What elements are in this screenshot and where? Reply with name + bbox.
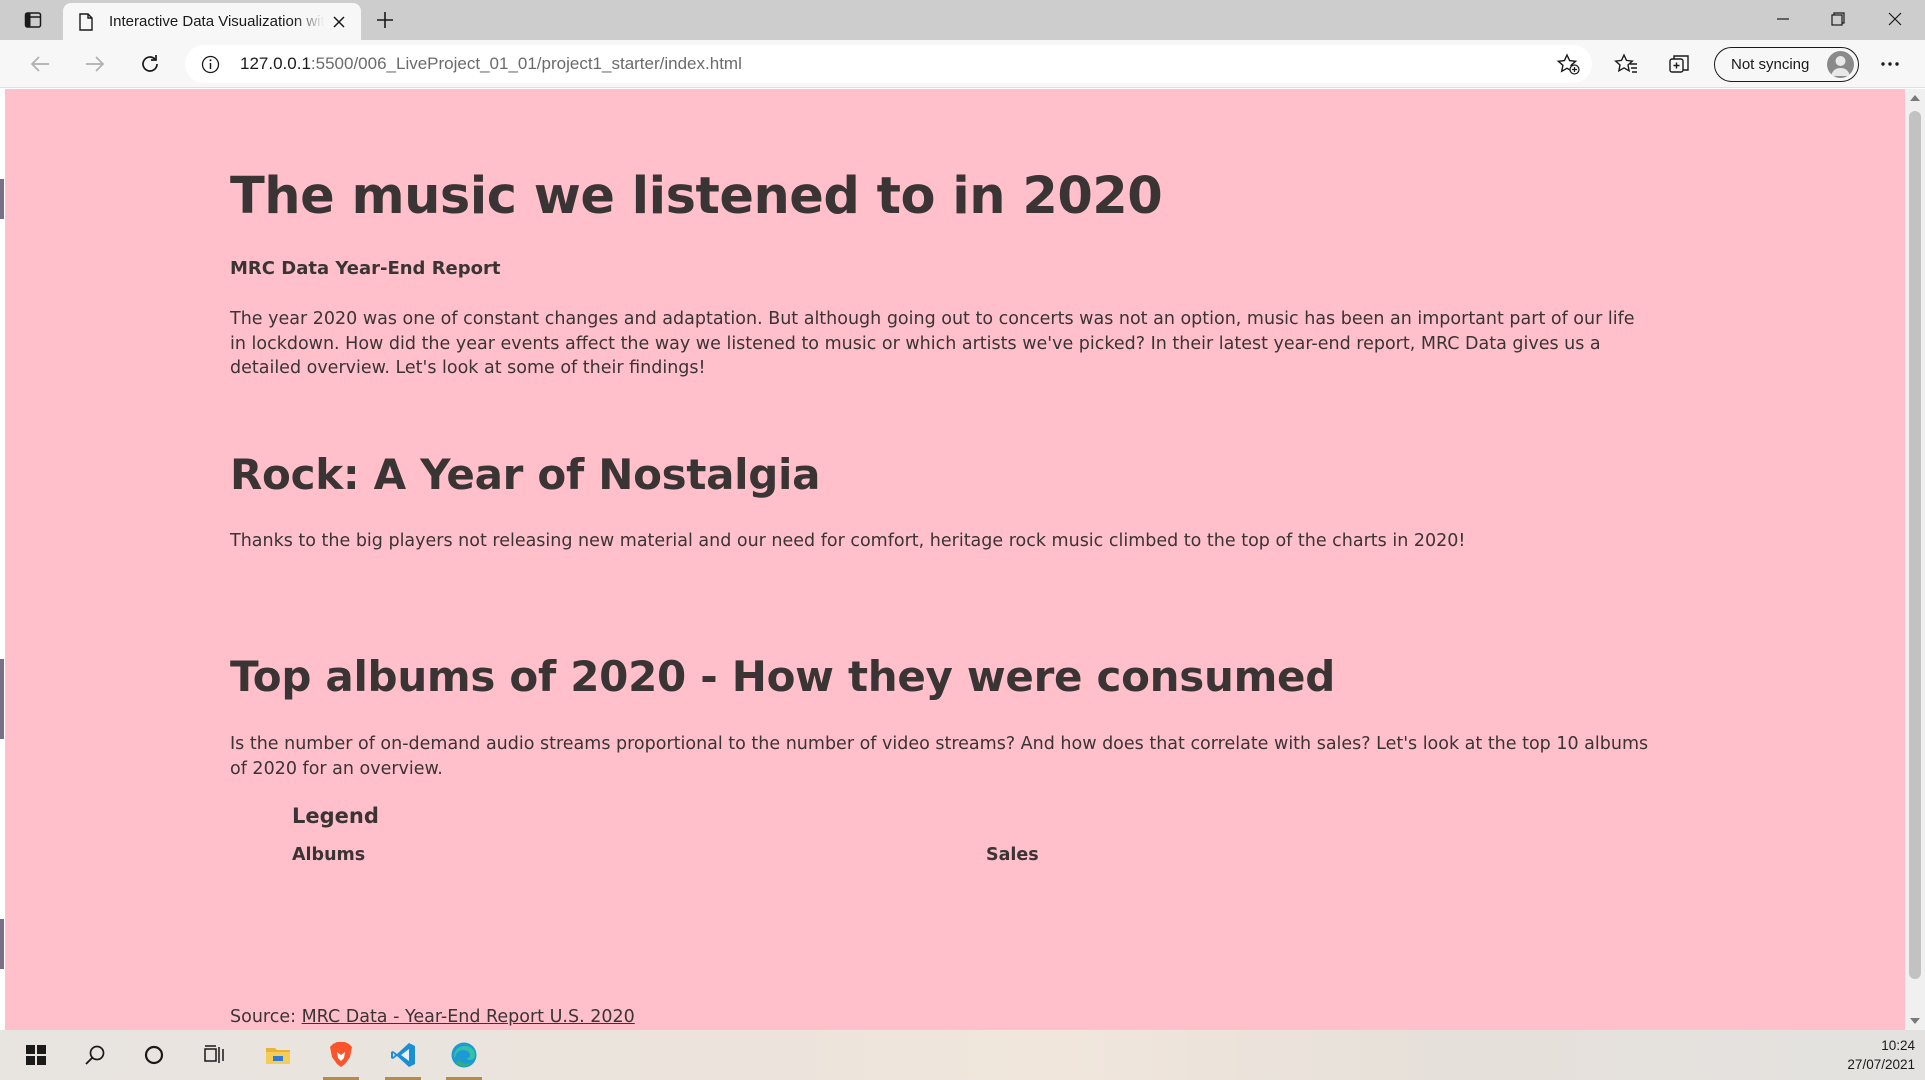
collections-icon[interactable] [1666,50,1694,78]
brave-browser-icon[interactable] [315,1030,367,1080]
tab-strip: Interactive Data Visualization with [0,0,1925,40]
tab-actions-icon[interactable] [22,9,44,31]
document-icon [79,13,93,36]
legend-sales-label: Sales [986,845,1039,865]
file-explorer-icon[interactable] [252,1030,304,1080]
forward-icon[interactable] [81,50,109,78]
avatar [1827,51,1854,78]
url-path: :5500/006_LiveProject_01_01/project1_sta… [310,54,742,73]
clock-time: 10:24 [1881,1038,1915,1053]
intro-paragraph: The year 2020 was one of constant change… [230,309,1635,378]
more-options-icon[interactable] [1876,50,1904,78]
rock-heading: Rock: A Year of Nostalgia [230,450,821,499]
cortana-icon[interactable] [128,1030,180,1080]
system-clock[interactable]: 10:24 27/07/2021 [1847,1036,1915,1074]
browser-toolbar: 127.0.0.1:5500/006_LiveProject_01_01/pro… [0,40,1925,88]
edge-browser-icon[interactable] [438,1030,490,1080]
new-tab-icon[interactable] [373,8,397,32]
address-bar[interactable]: 127.0.0.1:5500/006_LiveProject_01_01/pro… [185,45,1592,83]
site-info-icon[interactable] [201,55,220,79]
rock-paragraph: Thanks to the big players not releasing … [230,531,1466,551]
refresh-icon[interactable] [136,50,164,78]
close-window-icon[interactable] [1872,4,1918,34]
source-line: Source: MRC Data - Year-End Report U.S. … [230,1007,635,1027]
legend-title: Legend [292,804,379,828]
scrollbar-thumb[interactable] [1909,111,1921,979]
source-link[interactable]: MRC Data - Year-End Report U.S. 2020 [302,1007,635,1027]
back-icon[interactable] [26,50,54,78]
close-tab-icon[interactable] [329,12,349,32]
vscode-icon[interactable] [377,1030,429,1080]
albums-paragraph: Is the number of on-demand audio streams… [230,734,1649,779]
page-scrollbar[interactable] [1905,89,1925,1030]
url-host: 127.0.0.1 [240,54,311,73]
add-favorite-icon[interactable] [1556,53,1580,80]
clock-date: 27/07/2021 [1847,1057,1915,1072]
sync-label: Not syncing [1731,56,1810,73]
task-view-icon[interactable] [188,1030,240,1080]
favorites-icon[interactable] [1612,50,1640,78]
restore-icon[interactable] [1815,4,1861,34]
windows-taskbar: 10:24 27/07/2021 [0,1030,1925,1080]
browser-tab[interactable]: Interactive Data Visualization with [63,3,361,40]
scroll-down-icon[interactable] [1910,1018,1920,1024]
search-icon[interactable] [69,1030,121,1080]
legend-albums-label: Albums [292,845,366,865]
albums-heading: Top albums of 2020 - How they were consu… [230,652,1335,701]
profile-sync-button[interactable]: Not syncing [1714,47,1859,82]
page-title: The music we listened to in 2020 [230,167,1163,226]
scroll-up-icon[interactable] [1910,95,1920,101]
start-icon[interactable] [10,1030,62,1080]
minimize-icon[interactable] [1760,4,1806,34]
web-page: The music we listened to in 2020 MRC Dat… [5,89,1905,1030]
source-label: Source: [230,1007,302,1027]
page-subtitle: MRC Data Year-End Report [230,258,501,279]
url-text: 127.0.0.1:5500/006_LiveProject_01_01/pro… [240,54,742,74]
tab-title: Interactive Data Visualization with [109,13,324,30]
